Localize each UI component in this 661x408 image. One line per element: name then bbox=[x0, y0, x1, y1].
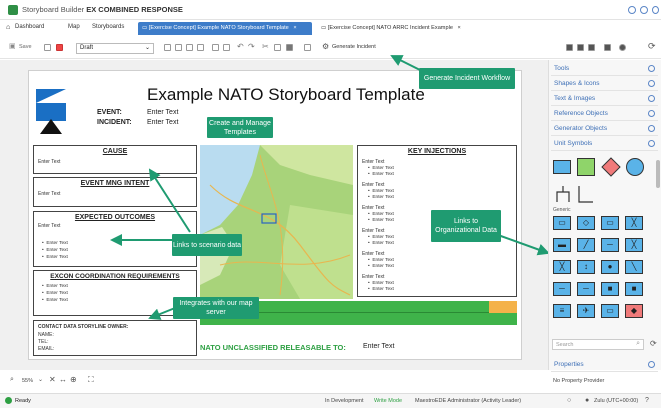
unit-symbol[interactable]: ╲ bbox=[625, 260, 643, 274]
panel-text-images[interactable]: Text & Images bbox=[551, 92, 658, 106]
ready-status: Ready bbox=[15, 398, 31, 404]
hostile-unit-symbol[interactable] bbox=[601, 157, 621, 177]
unit-symbol[interactable]: ╳ bbox=[625, 238, 643, 252]
unit-symbol[interactable]: ↕ bbox=[577, 260, 595, 274]
friendly-unit-symbol[interactable] bbox=[553, 160, 571, 174]
expand-icon[interactable] bbox=[648, 125, 655, 132]
search-icon[interactable]: ⌕ bbox=[636, 340, 640, 348]
unit-symbol[interactable]: ◇ bbox=[577, 216, 595, 230]
callout-generate-incident: Generate Incident Workflow bbox=[419, 68, 515, 89]
search-placeholder: Search bbox=[556, 342, 574, 348]
expand-icon[interactable] bbox=[648, 95, 655, 102]
panel-generator-objects[interactable]: Generator Objects bbox=[551, 122, 658, 136]
dev-status: In Development bbox=[325, 398, 364, 404]
unit-symbol[interactable]: ◆ bbox=[625, 304, 643, 318]
panel-reference-objects[interactable]: Reference Objects bbox=[551, 107, 658, 121]
zoom-level[interactable]: 55% bbox=[22, 378, 33, 384]
unknown-unit-symbol[interactable] bbox=[625, 157, 645, 177]
unit-symbol[interactable]: ■ bbox=[601, 282, 619, 296]
zoom-bar: ⌕ 55% ⌄ ✕ ↔ ⊕ ⛶ bbox=[0, 373, 548, 389]
circle-icon[interactable]: ○ bbox=[567, 397, 571, 404]
unit-symbol[interactable]: ▬ bbox=[553, 238, 571, 252]
unit-symbol[interactable]: ▭ bbox=[553, 216, 571, 230]
status-bar: Ready In Development Write Mode MaestroE… bbox=[0, 393, 661, 408]
panel-unit-symbols[interactable]: Unit Symbols bbox=[551, 137, 658, 151]
unit-symbol[interactable]: ■ bbox=[625, 282, 643, 296]
unit-symbol[interactable]: ─ bbox=[577, 282, 595, 296]
panel-properties[interactable]: Properties bbox=[551, 358, 658, 372]
neutral-unit-symbol[interactable] bbox=[577, 158, 595, 176]
callout-org-data: Links to Organizational Data bbox=[431, 210, 501, 242]
panel-shapes-icons[interactable]: Shapes & Icons bbox=[551, 77, 658, 91]
collapse-icon[interactable] bbox=[648, 140, 655, 147]
expand-icon[interactable] bbox=[648, 110, 655, 117]
unit-symbol[interactable]: ╱ bbox=[577, 238, 595, 252]
help-icon[interactable]: ? bbox=[645, 397, 649, 404]
unit-symbol[interactable]: ▭ bbox=[601, 216, 619, 230]
no-property-text: No Property Provider bbox=[553, 378, 605, 384]
unit-symbol[interactable]: ▭ bbox=[601, 304, 619, 318]
expand-icon[interactable] bbox=[648, 80, 655, 87]
callout-map-server: Integrates with our map server bbox=[173, 297, 259, 319]
symbol-search-input[interactable]: Search ⌕ bbox=[552, 339, 644, 350]
unit-symbol[interactable]: ✈ bbox=[577, 304, 595, 318]
panel-tools[interactable]: Tools bbox=[551, 62, 658, 76]
fit-page-icon[interactable]: ↔ bbox=[59, 375, 67, 384]
generic-label: Generic bbox=[553, 207, 571, 213]
unit-symbol[interactable]: ─ bbox=[601, 238, 619, 252]
unit-symbol[interactable]: ─ bbox=[553, 282, 571, 296]
unit-symbol[interactable]: ╳ bbox=[625, 216, 643, 230]
user-status[interactable]: MaestroEDE Administrator (Activity Leade… bbox=[415, 398, 521, 404]
callout-create-templates: Create and Manage Templates bbox=[207, 117, 273, 138]
refresh-icon[interactable]: ⟳ bbox=[650, 339, 657, 348]
ready-icon bbox=[5, 397, 12, 404]
expand-icon[interactable] bbox=[648, 65, 655, 72]
expand-icon[interactable] bbox=[648, 361, 655, 368]
fit-width-icon[interactable]: ✕ bbox=[49, 375, 56, 384]
echelon-symbol[interactable] bbox=[555, 184, 595, 204]
zoom-icon[interactable]: ⌕ bbox=[10, 376, 14, 384]
timezone-status[interactable]: Zulu (UTC+00:00) bbox=[594, 398, 638, 404]
zoom-in-icon[interactable]: ⊕ bbox=[70, 375, 77, 384]
mode-status[interactable]: Write Mode bbox=[374, 398, 402, 404]
fullscreen-icon[interactable]: ⛶ bbox=[88, 375, 94, 385]
unit-symbol[interactable]: ● bbox=[601, 260, 619, 274]
globe-icon: ● bbox=[585, 397, 590, 404]
panel-scrollbar[interactable] bbox=[656, 160, 660, 188]
callout-scenario-data: Links to scenario data bbox=[172, 234, 242, 256]
symbol-grid: Generic ▭ ◇ ▭ ╳ ▬ ╱ ─ ╳ ╳ ↕ ● ╲ ─ ─ ■ ■ ≡ ✈ ▭ ◆ bbox=[553, 156, 653, 336]
chevron-down-icon[interactable]: ⌄ bbox=[38, 376, 43, 383]
unit-symbol[interactable]: ≡ bbox=[553, 304, 571, 318]
unit-symbol[interactable]: ╳ bbox=[553, 260, 571, 274]
